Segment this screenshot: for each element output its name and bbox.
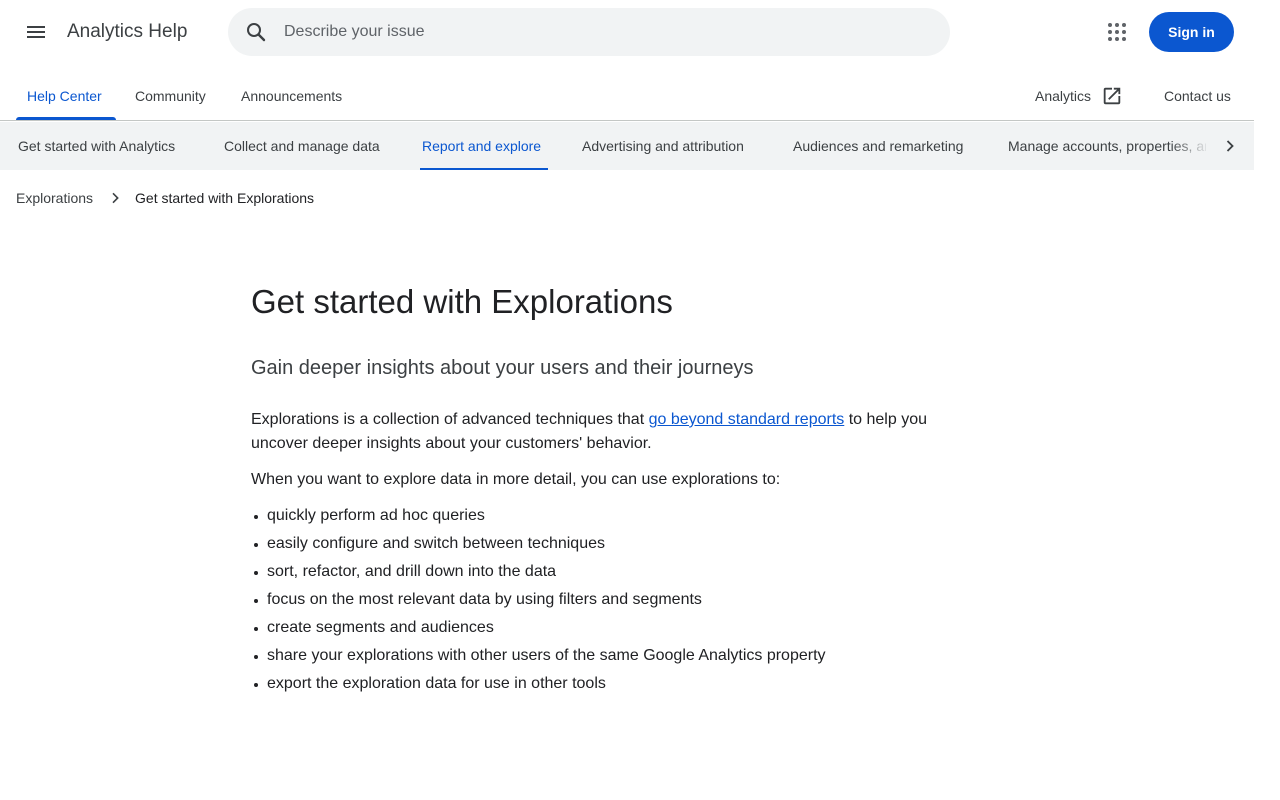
category-nav: Get started with Analytics Collect and m… bbox=[0, 122, 1254, 170]
list-item-text: export the exploration data for use in o… bbox=[267, 675, 606, 692]
app-title[interactable]: Analytics Help bbox=[67, 21, 187, 43]
list-item-text: focus on the most relevant data by using… bbox=[267, 591, 702, 608]
analytics-external-link[interactable]: Analytics bbox=[1035, 72, 1123, 120]
list-item-text: quickly perform ad hoc queries bbox=[267, 507, 485, 524]
list-item: quickly perform ad hoc queries bbox=[251, 504, 971, 532]
breadcrumb: Explorations Get started with Exploratio… bbox=[16, 188, 314, 208]
intro-paragraph: Explorations is a collection of advanced… bbox=[251, 408, 961, 456]
page-subtitle: Gain deeper insights about your users an… bbox=[251, 357, 754, 379]
menu-icon bbox=[27, 26, 45, 38]
list-item: sort, refactor, and drill down into the … bbox=[251, 560, 971, 588]
category-scroll-next-button[interactable] bbox=[1206, 122, 1254, 170]
list-item-text: create segments and audiences bbox=[267, 619, 494, 636]
category-advertising[interactable]: Advertising and attribution bbox=[582, 122, 744, 170]
chevron-right-icon bbox=[107, 190, 123, 206]
list-item: export the exploration data for use in o… bbox=[251, 672, 971, 700]
bullet-dot bbox=[254, 543, 258, 547]
search-input[interactable] bbox=[284, 8, 924, 56]
bullet-dot bbox=[254, 571, 258, 575]
contact-us-link[interactable]: Contact us bbox=[1164, 72, 1231, 120]
article: Get started with Explorations Gain deepe… bbox=[251, 280, 971, 700]
category-fade bbox=[1170, 122, 1210, 170]
breadcrumb-current: Get started with Explorations bbox=[135, 190, 315, 206]
capabilities-list: quickly perform ad hoc queries easily co… bbox=[251, 504, 971, 700]
list-item-text: sort, refactor, and drill down into the … bbox=[267, 563, 557, 580]
breadcrumb-explorations[interactable]: Explorations bbox=[16, 190, 93, 206]
category-get-started[interactable]: Get started with Analytics bbox=[18, 122, 175, 170]
chevron-right-icon bbox=[1226, 140, 1234, 152]
bullet-dot bbox=[254, 599, 258, 603]
bullet-dot bbox=[254, 515, 258, 519]
list-item: focus on the most relevant data by using… bbox=[251, 588, 971, 616]
active-category-indicator bbox=[420, 168, 548, 170]
standard-reports-link[interactable]: go beyond standard reports bbox=[649, 411, 845, 428]
search-bar[interactable] bbox=[228, 8, 950, 56]
main-menu-button[interactable] bbox=[20, 16, 52, 48]
apps-button[interactable] bbox=[1101, 16, 1133, 48]
list-item-text: easily configure and switch between tech… bbox=[267, 535, 605, 552]
page-title: Get started with Explorations bbox=[251, 283, 673, 320]
lead-paragraph: When you want to explore data in more de… bbox=[251, 471, 781, 488]
top-bar: Analytics Help Sign in bbox=[0, 0, 1280, 64]
primary-tabs: Help Center Community Announcements Anal… bbox=[0, 72, 1254, 121]
sign-in-button[interactable]: Sign in bbox=[1149, 12, 1234, 52]
category-report-explore[interactable]: Report and explore bbox=[422, 122, 541, 170]
intro-text-start: Explorations is a collection of advanced… bbox=[251, 411, 649, 428]
list-item-text: share your explorations with other users… bbox=[267, 647, 826, 664]
tab-community[interactable]: Community bbox=[135, 72, 206, 120]
analytics-link-label: Analytics bbox=[1035, 88, 1092, 104]
bullet-dot bbox=[254, 683, 258, 687]
tab-help-center[interactable]: Help Center bbox=[27, 72, 102, 120]
bullet-dot bbox=[254, 627, 258, 631]
open-in-new-icon bbox=[1103, 87, 1121, 105]
tab-announcements[interactable]: Announcements bbox=[241, 72, 342, 120]
list-item: easily configure and switch between tech… bbox=[251, 532, 971, 560]
category-audiences[interactable]: Audiences and remarketing bbox=[793, 122, 963, 170]
list-item: share your explorations with other users… bbox=[251, 644, 971, 672]
active-tab-indicator bbox=[16, 117, 116, 120]
apps-grid-icon bbox=[1108, 23, 1126, 41]
category-collect-data[interactable]: Collect and manage data bbox=[224, 122, 380, 170]
bullet-dot bbox=[254, 655, 258, 659]
search-icon[interactable] bbox=[244, 20, 268, 44]
list-item: create segments and audiences bbox=[251, 616, 971, 644]
